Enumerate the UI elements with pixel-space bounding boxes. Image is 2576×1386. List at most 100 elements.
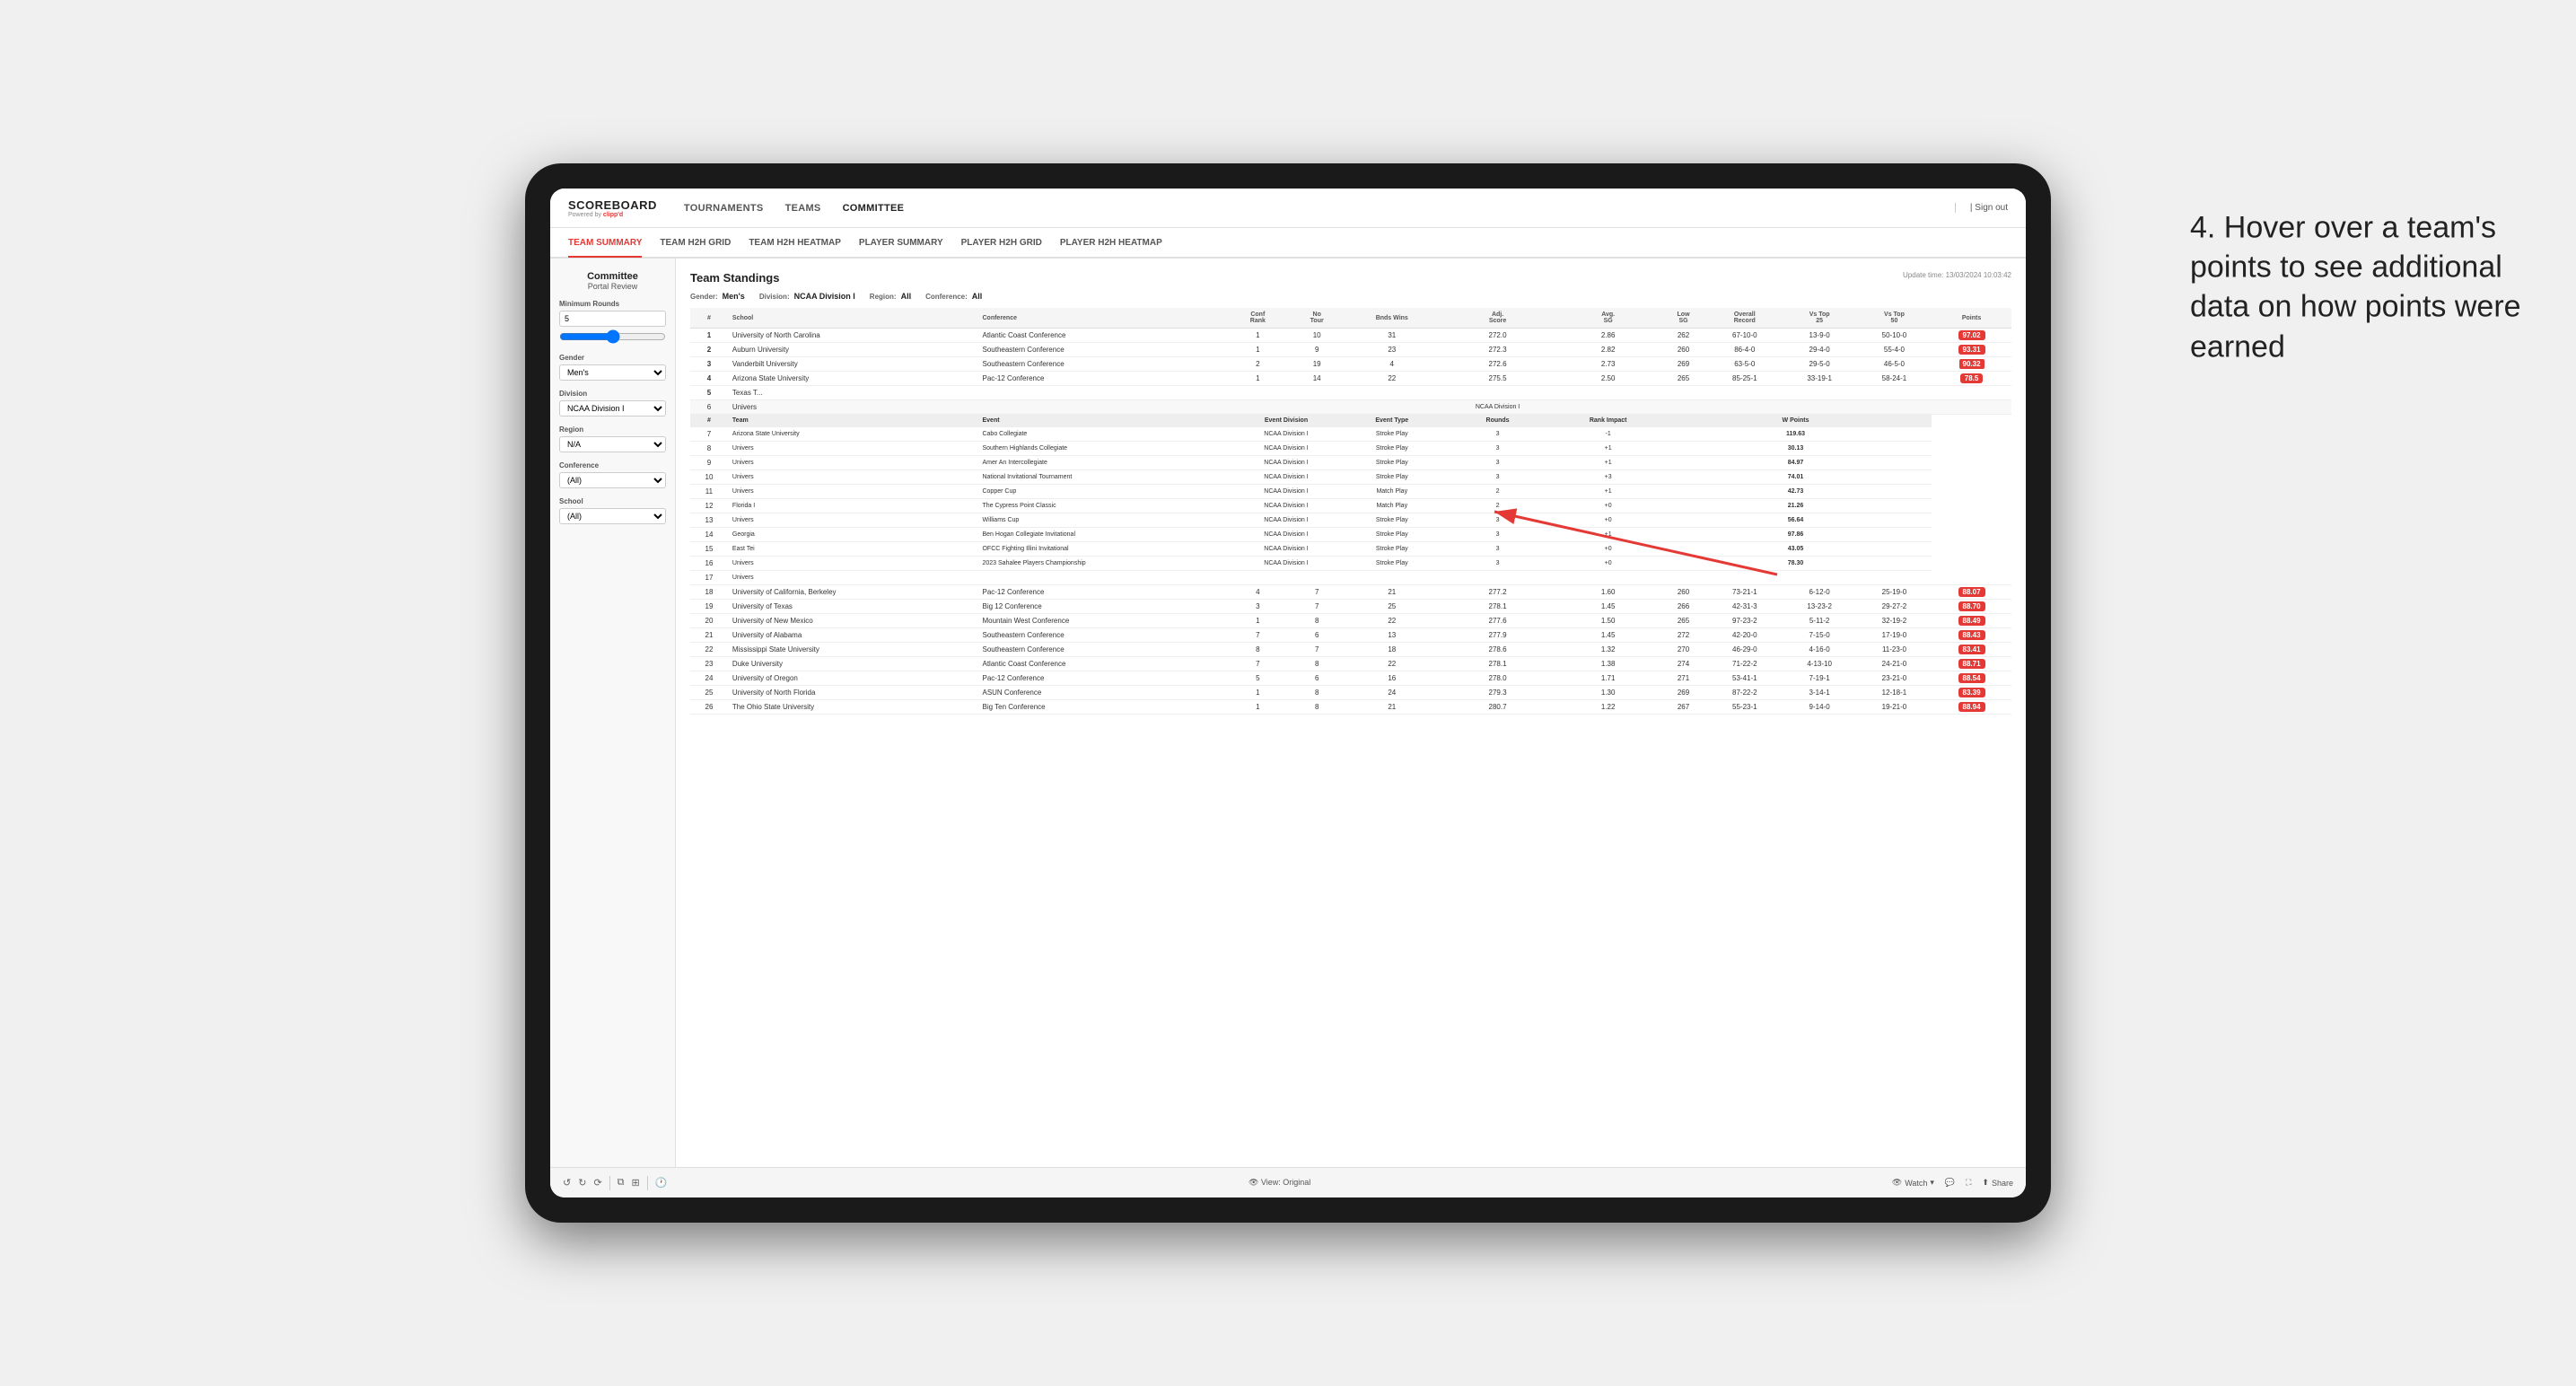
refresh-icon[interactable]: ⟳ (593, 1177, 601, 1189)
min-rounds-slider[interactable] (559, 329, 666, 345)
cell-points[interactable]: 93.31 (1932, 343, 2011, 357)
cell-points[interactable]: 83.39 (1932, 686, 2011, 700)
cell-school: Auburn University (728, 343, 978, 357)
cell-avg-sg: 1.60 (1556, 585, 1659, 600)
tab-player-summary[interactable]: PLAYER SUMMARY (859, 229, 943, 258)
cell-conference: Southeastern Conference (977, 628, 1227, 643)
annotation-label: 4. Hover over a team's points to see add… (2190, 211, 2521, 364)
powered-by: Powered by clipp'd (568, 212, 657, 218)
division-select[interactable]: NCAA Division I (559, 400, 666, 417)
expand-button[interactable]: ⛶ (1966, 1178, 1971, 1188)
cell-points[interactable]: 78.5 (1932, 372, 2011, 386)
table-row: 8 Univers Southern Highlands Collegiate … (690, 442, 2011, 456)
nav-committee[interactable]: COMMITTEE (843, 203, 905, 214)
col-conference: Conference (977, 308, 1227, 329)
share-icon: ⬆ (1982, 1178, 1989, 1188)
min-rounds-input[interactable] (559, 311, 666, 327)
tab-team-h2h-heatmap[interactable]: TEAM H2H HEATMAP (749, 229, 841, 258)
cell-vs25: 29-4-0 (1782, 343, 1856, 357)
cell-vs25: 4-16-0 (1782, 643, 1856, 657)
update-time: Update time: 13/03/2024 10:03:42 (1903, 271, 2011, 279)
sign-out-button[interactable]: | Sign out (1955, 203, 2008, 213)
cell-conference: ASUN Conference (977, 686, 1227, 700)
cell-no-tour: 8 (1289, 700, 1345, 715)
tab-team-summary[interactable]: TEAM SUMMARY (568, 229, 642, 258)
cell-low-sg: 262 (1660, 329, 1707, 343)
cell-points[interactable]: 88.71 (1932, 657, 2011, 671)
nav-teams[interactable]: TEAMS (785, 203, 821, 214)
share-button[interactable]: ⬆ Share (1982, 1178, 2013, 1188)
cell-conf-rank: 1 (1227, 700, 1288, 715)
cell-no-tour: 9 (1289, 343, 1345, 357)
cell-avg-sg: 2.82 (1556, 343, 1659, 357)
cell-event: Williams Cup (977, 513, 1227, 528)
cell-points[interactable]: 83.41 (1932, 643, 2011, 657)
view-original-button[interactable]: 👁 View: Original (1249, 1178, 1310, 1188)
cell-bnds-wins: 21 (1345, 585, 1439, 600)
region-select[interactable]: N/A (559, 436, 666, 452)
undo-icon[interactable]: ↺ (563, 1177, 571, 1189)
cell-event-type: Stroke Play (1345, 542, 1439, 557)
content-panel: Team Standings Update time: 13/03/2024 1… (676, 259, 2026, 1167)
cell-points[interactable]: 90.32 (1932, 357, 2011, 372)
cell-points[interactable]: 88.43 (1932, 628, 2011, 643)
paste-icon[interactable]: ⊞ (632, 1177, 640, 1189)
sidebar-min-rounds-label: Minimum Rounds (559, 300, 666, 308)
cell-rank: 3 (690, 357, 728, 372)
cell-event: Copper Cup (977, 485, 1227, 499)
cell-event-div: NCAA Division I (1227, 557, 1345, 571)
cell-points[interactable]: 97.02 (1932, 329, 2011, 343)
cell-rank: 10 (690, 470, 728, 485)
cell-no-tour: 8 (1289, 657, 1345, 671)
tab-team-h2h-grid[interactable]: TEAM H2H GRID (660, 229, 731, 258)
cell-points[interactable]: 88.54 (1932, 671, 2011, 686)
cell-points[interactable]: 88.94 (1932, 700, 2011, 715)
cell-rank: 22 (690, 643, 728, 657)
cell-rounds: 3 (1439, 442, 1557, 456)
cell-school: University of California, Berkeley (728, 585, 978, 600)
watch-button[interactable]: 👁 Watch ▾ (1892, 1178, 1934, 1188)
cell-points[interactable] (1932, 386, 2011, 400)
cell-adj-score: 277.2 (1439, 585, 1557, 600)
cell-rounds (1660, 400, 1707, 415)
cell-low-sg: 266 (1660, 600, 1707, 614)
table-row: 19 University of Texas Big 12 Conference… (690, 600, 2011, 614)
main-content: Committee Portal Review Minimum Rounds G… (550, 259, 2026, 1167)
cell-points[interactable]: 88.07 (1932, 585, 2011, 600)
cell-conf-rank: 1 (1227, 686, 1288, 700)
cell-low-sg: 274 (1660, 657, 1707, 671)
toolbar-left: ↺ ↻ ⟳ ⧉ ⊞ 🕐 (563, 1176, 667, 1190)
cell-overall: 86-4-0 (1707, 343, 1782, 357)
cell-rank-impact: +3 (1556, 470, 1659, 485)
comment-icon: 💬 (1945, 1178, 1955, 1188)
school-select[interactable]: (All) (559, 508, 666, 524)
nav-tournaments[interactable]: TOURNAMENTS (684, 203, 764, 214)
cell-bnds-wins: 22 (1345, 657, 1439, 671)
col-points: Points (1932, 308, 2011, 329)
cell-event-div: NCAA Division I (1227, 542, 1345, 557)
comment-button[interactable]: 💬 (1945, 1178, 1955, 1188)
cell-school: Vanderbilt University (728, 357, 978, 372)
cell-conf-rank: 1 (1227, 343, 1288, 357)
cell-points[interactable]: 88.49 (1932, 614, 2011, 628)
cell-overall: 87-22-2 (1707, 686, 1782, 700)
gender-select[interactable]: Men's (559, 364, 666, 381)
cell-points[interactable]: 88.70 (1932, 600, 2011, 614)
cell-adj-score: 278.1 (1439, 600, 1557, 614)
cell-rank-impact: +1 (1556, 442, 1659, 456)
redo-icon[interactable]: ↻ (578, 1177, 586, 1189)
copy-icon[interactable]: ⧉ (618, 1177, 625, 1189)
table-row: 26 The Ohio State University Big Ten Con… (690, 700, 2011, 715)
clock-icon[interactable]: 🕐 (655, 1177, 668, 1189)
cell-low-sg: 267 (1660, 700, 1707, 715)
cell-rounds: 3 (1439, 427, 1557, 442)
tab-player-h2h-grid[interactable]: PLAYER H2H GRID (961, 229, 1042, 258)
cell-adj-score: 272.6 (1439, 357, 1557, 372)
cell-school: Univers (728, 470, 978, 485)
tab-player-h2h-heatmap[interactable]: PLAYER H2H HEATMAP (1060, 229, 1162, 258)
conference-select[interactable]: (All) (559, 472, 666, 488)
cell-vs25: 29-5-0 (1782, 357, 1856, 372)
cell-school: Univers (728, 400, 978, 415)
cell-rank: 18 (690, 585, 728, 600)
cell-adj-score (1439, 386, 1557, 400)
